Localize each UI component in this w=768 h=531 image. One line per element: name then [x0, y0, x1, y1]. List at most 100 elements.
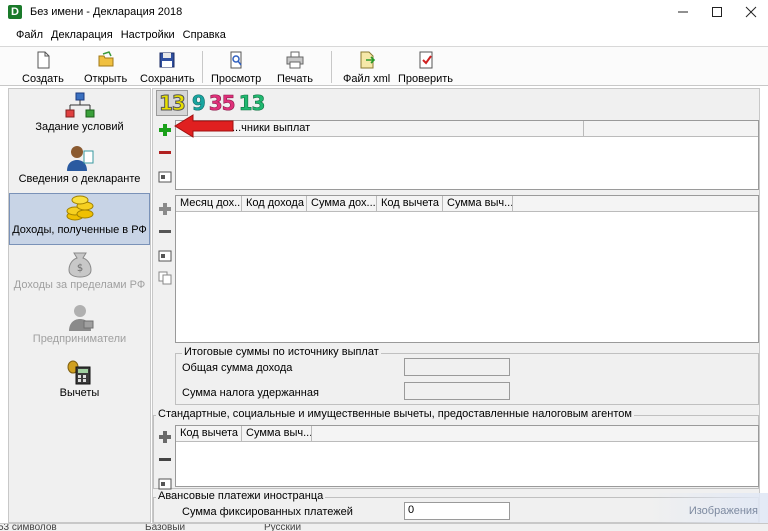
create-label: Создать	[22, 73, 64, 85]
status-language: Русский	[264, 523, 302, 531]
sources-tools	[156, 122, 174, 191]
check-label: Проверить	[398, 73, 454, 85]
nav-label-income-abroad: Доходы за пределами РФ	[13, 279, 146, 291]
nav-item-entrepreneurs[interactable]: Предприниматели	[9, 303, 150, 353]
edit-source-button[interactable]	[157, 168, 173, 184]
totals-group-title: Итоговые суммы по источнику выплат	[182, 346, 381, 358]
column-header-source[interactable]: ...чники выплат	[176, 121, 584, 137]
income-grid-header: Месяц дох... Код дохода Сумма дох... Код…	[176, 196, 758, 212]
add-source-button[interactable]	[157, 122, 173, 138]
total-income-label: Общая сумма дохода	[182, 362, 293, 374]
menu-settings[interactable]: Настройки	[117, 29, 179, 41]
person-icon	[66, 146, 93, 171]
edit-income-button[interactable]	[157, 247, 173, 263]
remove-deduction-button[interactable]	[157, 452, 173, 468]
print-button[interactable]: Печать	[277, 49, 313, 85]
money-bag-icon: $	[67, 252, 92, 278]
nav-item-deductions[interactable]: Вычеты	[9, 357, 150, 407]
add-deduction-button[interactable]	[157, 429, 173, 445]
deductions-grid[interactable]: Код вычета Сумма выч...	[175, 425, 759, 487]
tab-rate-35[interactable]: 35	[208, 91, 235, 116]
coins-icon	[66, 195, 93, 221]
deductions-grid-header: Код вычета Сумма выч...	[176, 426, 758, 442]
open-button[interactable]: Открыть	[84, 49, 127, 85]
plus-icon	[159, 124, 171, 136]
income-tools	[156, 201, 174, 293]
print-label: Печать	[277, 73, 314, 85]
menu-help[interactable]: Справка	[179, 29, 230, 41]
add-income-button[interactable]	[157, 201, 173, 217]
deductions-tools	[156, 429, 174, 498]
nav-label-declarant: Сведения о декларанте	[18, 173, 141, 185]
remove-source-button[interactable]	[157, 145, 173, 161]
nav-item-income-abroad[interactable]: $ Доходы за пределами РФ	[9, 249, 150, 299]
column-header-month[interactable]: Месяц дох...	[176, 196, 242, 212]
column-header-income-sum[interactable]: Сумма дох...	[307, 196, 377, 212]
maximize-button[interactable]	[700, 0, 734, 24]
watermark: Изображения	[648, 493, 768, 523]
edit-card-icon	[158, 171, 172, 183]
xml-export-icon	[360, 51, 375, 69]
edit-deduction-button[interactable]	[157, 475, 173, 491]
totals-group: Итоговые суммы по источнику выплат Общая…	[175, 346, 759, 405]
title-bar: D Без имени - Декларация 2018	[0, 0, 768, 24]
column-header-income-code[interactable]: Код дохода	[242, 196, 307, 212]
save-button[interactable]: Сохранить	[140, 49, 195, 85]
status-bar: 53 символов Базовый Русский	[0, 523, 768, 531]
minimize-icon	[678, 11, 688, 13]
section-navigator: Задание условий Сведения о декларанте До…	[8, 88, 151, 523]
column-header-empty	[584, 121, 758, 137]
tab-rate-9[interactable]: 9	[192, 91, 207, 116]
preview-label: Просмотр	[211, 73, 262, 85]
remove-income-button[interactable]	[157, 224, 173, 240]
total-income-field[interactable]	[404, 358, 510, 376]
income-grid[interactable]: Месяц дох... Код дохода Сумма дох... Код…	[175, 195, 759, 343]
column-header-deduction-sum[interactable]: Сумма выч...	[242, 426, 312, 442]
toolbar-separator	[331, 51, 332, 83]
close-button[interactable]	[734, 0, 768, 24]
floppy-disk-icon	[159, 52, 175, 68]
minimize-button[interactable]	[666, 0, 700, 24]
tax-withheld-field[interactable]	[404, 382, 510, 400]
sources-grid-header: ...чники выплат	[176, 121, 758, 137]
minus-icon	[159, 458, 171, 461]
menu-file[interactable]: Файл	[12, 29, 47, 41]
edit-card-icon	[158, 478, 172, 490]
status-mode: Базовый	[145, 523, 186, 531]
fixed-payments-label: Сумма фиксированных платежей	[182, 506, 353, 518]
svg-text:$: $	[76, 263, 82, 274]
column-header-deduction-code[interactable]: Код вычета	[176, 426, 242, 442]
nav-label-entrepreneurs: Предприниматели	[32, 333, 127, 345]
minus-icon	[159, 230, 171, 233]
column-header-deduction-code[interactable]: Код вычета	[377, 196, 443, 212]
businessman-icon	[68, 305, 93, 331]
toolbar: Создать Открыть Сохранить Просмотр Печат…	[0, 46, 768, 86]
create-button[interactable]: Создать	[22, 49, 64, 85]
nav-item-income-rf[interactable]: Доходы, полученные в РФ	[9, 193, 150, 245]
save-label: Сохранить	[140, 73, 195, 85]
minus-icon	[159, 151, 171, 154]
nav-label-deductions: Вычеты	[59, 387, 100, 399]
nav-item-declarant[interactable]: Сведения о декларанте	[9, 143, 150, 191]
tab-rate-13-alt[interactable]: 13	[238, 91, 265, 116]
sources-grid[interactable]: ...чники выплат	[175, 120, 759, 190]
check-button[interactable]: Проверить	[398, 49, 453, 85]
copy-income-button[interactable]	[157, 270, 173, 286]
plus-icon	[159, 203, 171, 215]
xml-file-button[interactable]: Файл xml	[343, 49, 390, 85]
fixed-payments-field[interactable]: 0	[404, 502, 510, 520]
close-icon	[745, 6, 757, 18]
open-label: Открыть	[84, 73, 128, 85]
menu-bar: Файл Декларация Настройки Справка	[12, 24, 230, 46]
preview-icon	[230, 51, 242, 69]
new-document-icon	[37, 51, 50, 69]
nav-item-conditions[interactable]: Задание условий	[9, 91, 150, 141]
calculator-icon	[67, 360, 90, 385]
menu-declaration[interactable]: Декларация	[47, 29, 117, 41]
printer-icon	[286, 51, 304, 69]
income-panel: 13 9 35 13 ...чники выплат Месяц дох... …	[152, 88, 760, 527]
open-folder-icon	[98, 51, 114, 67]
xml-file-label: Файл xml	[343, 73, 391, 85]
column-header-deduction-sum[interactable]: Сумма выч...	[443, 196, 513, 212]
preview-button[interactable]: Просмотр	[211, 49, 261, 85]
